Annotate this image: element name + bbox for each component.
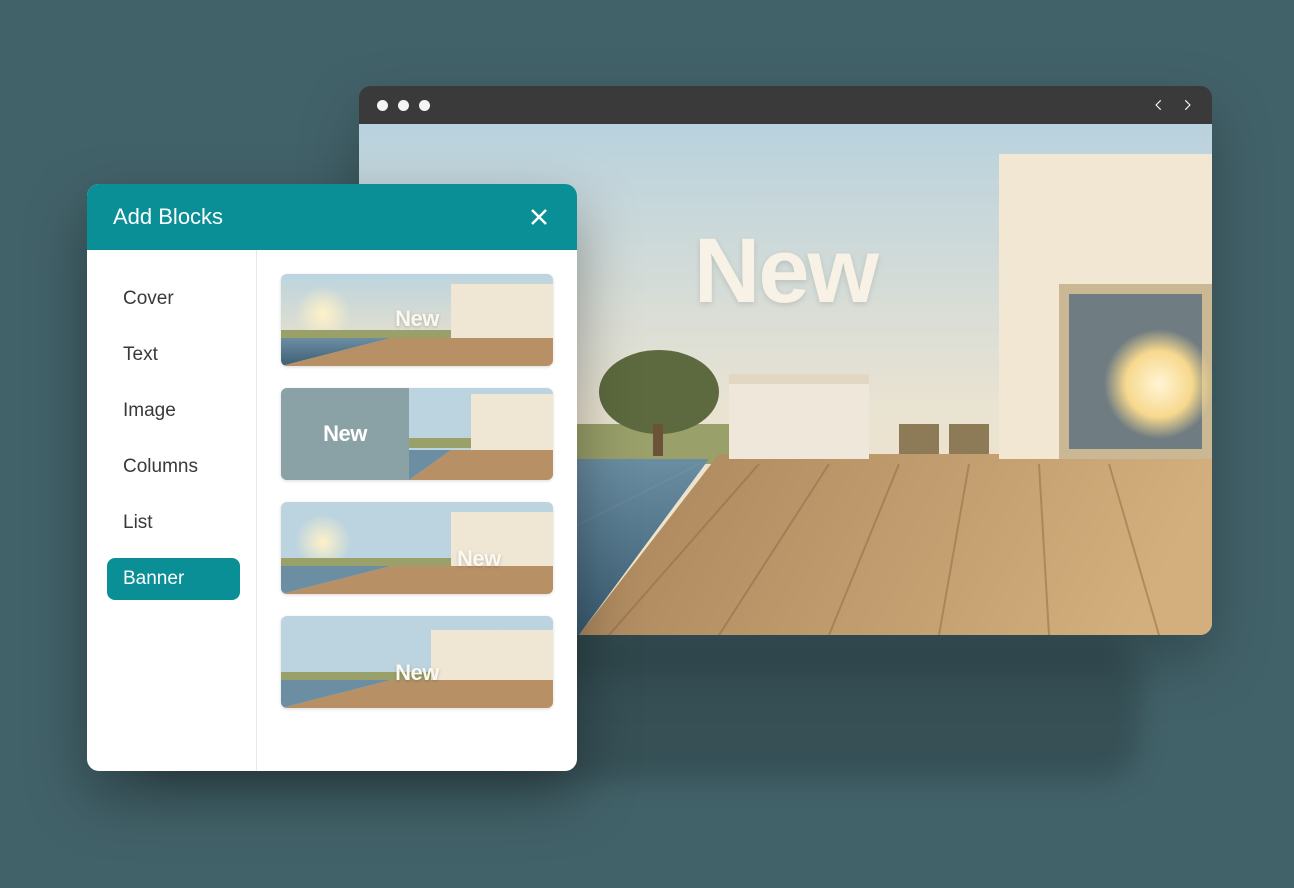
category-item-columns[interactable]: Columns — [107, 446, 240, 488]
preview-banner-option[interactable]: New — [281, 502, 553, 594]
preview-label: New — [457, 546, 501, 572]
preview-list: New New — [257, 250, 577, 771]
preview-image — [281, 502, 553, 594]
preview-side-panel: New — [281, 388, 409, 480]
preview-label: New — [395, 306, 439, 332]
preview-banner-option[interactable]: New — [281, 274, 553, 366]
traffic-lights — [377, 100, 430, 111]
category-list: Cover Text Image Columns List Banner — [87, 250, 257, 771]
hero-title: New — [694, 219, 877, 324]
browser-nav — [1152, 98, 1194, 112]
category-item-image[interactable]: Image — [107, 390, 240, 432]
preview-banner-option[interactable]: New — [281, 388, 553, 480]
preview-label: New — [395, 660, 439, 686]
category-item-list[interactable]: List — [107, 502, 240, 544]
traffic-dot[interactable] — [377, 100, 388, 111]
panel-body: Cover Text Image Columns List Banner — [87, 250, 577, 771]
category-item-banner[interactable]: Banner — [107, 558, 240, 600]
traffic-dot[interactable] — [398, 100, 409, 111]
chevron-left-icon[interactable] — [1152, 98, 1166, 112]
browser-titlebar — [359, 86, 1212, 124]
panel-header: Add Blocks — [87, 184, 577, 250]
add-blocks-panel: Add Blocks Cover Text Image Columns List… — [87, 184, 577, 771]
traffic-dot[interactable] — [419, 100, 430, 111]
chevron-right-icon[interactable] — [1180, 98, 1194, 112]
close-icon[interactable] — [527, 205, 551, 229]
category-item-cover[interactable]: Cover — [107, 278, 240, 320]
category-item-text[interactable]: Text — [107, 334, 240, 376]
panel-title: Add Blocks — [113, 204, 223, 230]
preview-banner-option[interactable]: New — [281, 616, 553, 708]
preview-label: New — [323, 421, 367, 447]
